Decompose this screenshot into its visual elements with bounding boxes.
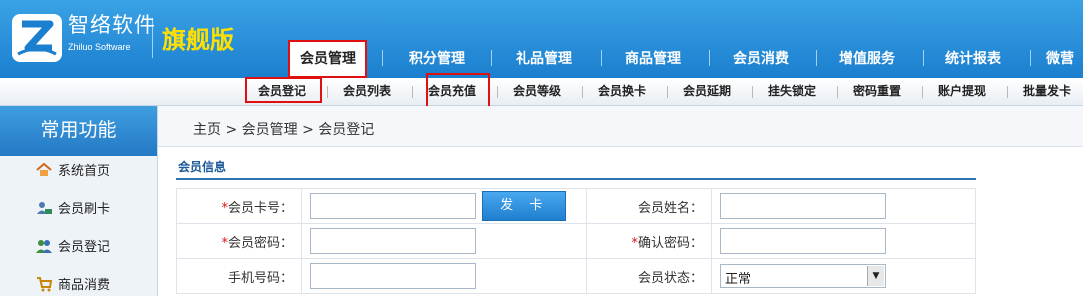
cart-icon bbox=[36, 276, 53, 292]
form-field-cell bbox=[301, 223, 587, 259]
subtab-member-list[interactable]: 会员列表 bbox=[343, 78, 391, 105]
subnav-divider bbox=[837, 86, 838, 98]
tab-gift-management[interactable]: 礼品管理 bbox=[503, 40, 585, 78]
member-name-input[interactable] bbox=[720, 193, 886, 219]
top-header: 智络软件 Zhiluo Software 旗舰版 会员管理 积分管理 礼品管理 … bbox=[0, 0, 1083, 78]
tab-product-management[interactable]: 商品管理 bbox=[612, 40, 694, 78]
tab-member-consumption[interactable]: 会员消费 bbox=[720, 40, 802, 78]
subnav-divider bbox=[922, 86, 923, 98]
subnav-divider bbox=[497, 86, 498, 98]
sidebar-item-home[interactable]: 系统首页 bbox=[36, 162, 110, 182]
sidebar-item-card-swipe[interactable]: 会员刷卡 bbox=[36, 200, 110, 220]
main-nav: 会员管理 积分管理 礼品管理 商品管理 会员消费 增值服务 统计报表 微营 bbox=[0, 40, 1083, 78]
status-label: 会员状态： bbox=[637, 270, 703, 286]
subnav-divider bbox=[1007, 86, 1008, 98]
sidebar-item-product-consumption[interactable]: 商品消费 bbox=[36, 276, 110, 296]
section-divider bbox=[176, 178, 976, 180]
subtab-password-reset[interactable]: 密码重置 bbox=[853, 78, 901, 105]
subtab-batch-issue[interactable]: 批量发卡 bbox=[1023, 78, 1071, 105]
issue-card-button[interactable]: 发 卡 bbox=[482, 191, 567, 221]
member-status-value: 正常 bbox=[725, 272, 752, 287]
sidebar-title: 常用功能 bbox=[0, 106, 157, 156]
subnav-divider bbox=[582, 86, 583, 98]
section-title: 会员信息 bbox=[178, 160, 227, 174]
subtab-card-replace[interactable]: 会员换卡 bbox=[598, 78, 646, 105]
subnav-divider bbox=[327, 86, 328, 98]
subnav-divider bbox=[412, 86, 413, 98]
tab-member-management[interactable]: 会员管理 bbox=[290, 40, 366, 78]
sub-nav: 会员登记 会员列表 会员充值 会员等级 会员换卡 会员延期 挂失锁定 密码重置 … bbox=[0, 78, 1083, 106]
subtab-member-registration[interactable]: 会员登记 bbox=[258, 78, 306, 105]
nav-divider bbox=[491, 50, 492, 66]
user-card-icon bbox=[36, 200, 52, 216]
subtab-member-extend[interactable]: 会员延期 bbox=[683, 78, 731, 105]
sidebar-item-label: 系统首页 bbox=[58, 164, 111, 179]
tab-value-added-services[interactable]: 增值服务 bbox=[826, 40, 908, 78]
password-label: 会员密码： bbox=[227, 235, 293, 251]
tab-statistics-reports[interactable]: 统计报表 bbox=[932, 40, 1014, 78]
phone-input[interactable] bbox=[310, 263, 476, 289]
home-icon bbox=[36, 162, 52, 178]
form-label-cell: *确认密码： bbox=[586, 223, 712, 259]
sidebar: 常用功能 系统首页 会员刷卡 会员登记 商品消费 bbox=[0, 106, 158, 296]
nav-divider bbox=[601, 50, 602, 66]
form-row: *会员密码： *确认密码： bbox=[176, 223, 976, 259]
subtab-loss-lock[interactable]: 挂失锁定 bbox=[768, 78, 816, 105]
form-field-cell: 发 卡 bbox=[301, 188, 587, 224]
form-label-cell: 会员姓名： bbox=[586, 188, 712, 224]
subnav-divider bbox=[752, 86, 753, 98]
brand-name: 智络软件 bbox=[68, 13, 156, 37]
breadcrumb: 主页 > 会员管理 > 会员登记 bbox=[193, 122, 375, 138]
nav-divider bbox=[709, 50, 710, 66]
sidebar-item-label: 会员登记 bbox=[58, 240, 111, 255]
card-no-label: 会员卡号： bbox=[227, 200, 293, 216]
card-no-input[interactable] bbox=[310, 193, 476, 219]
nav-divider bbox=[923, 50, 924, 66]
name-label: 会员姓名： bbox=[637, 200, 703, 216]
tab-micro-marketing[interactable]: 微营 bbox=[1046, 40, 1083, 78]
subtab-member-level[interactable]: 会员等级 bbox=[513, 78, 561, 105]
member-status-select[interactable]: 正常 ▼ bbox=[720, 264, 886, 288]
subtab-account-withdraw[interactable]: 账户提现 bbox=[938, 78, 986, 105]
form-row: 手机号码： 会员状态： 正常 ▼ bbox=[176, 258, 976, 294]
form-field-cell bbox=[301, 258, 587, 294]
sidebar-item-label: 商品消费 bbox=[58, 278, 111, 293]
confirm-password-label: 确认密码： bbox=[637, 235, 703, 251]
subtab-member-recharge[interactable]: 会员充值 bbox=[428, 78, 476, 105]
nav-divider bbox=[382, 50, 383, 66]
form-field-cell bbox=[711, 223, 976, 259]
nav-divider bbox=[816, 50, 817, 66]
member-form: *会员卡号： 发 卡 会员姓名： *会员密码： *确认密码： 手机号码： 会员状… bbox=[176, 188, 976, 294]
sidebar-item-label: 会员刷卡 bbox=[58, 202, 111, 217]
form-row: *会员卡号： 发 卡 会员姓名： bbox=[176, 188, 976, 224]
users-icon bbox=[36, 238, 52, 254]
password-input[interactable] bbox=[310, 228, 476, 254]
tab-points-management[interactable]: 积分管理 bbox=[396, 40, 478, 78]
phone-label: 手机号码： bbox=[227, 270, 293, 286]
form-label-cell: 手机号码： bbox=[176, 258, 302, 294]
confirm-password-input[interactable] bbox=[720, 228, 886, 254]
form-label-cell: *会员密码： bbox=[176, 223, 302, 259]
form-label-cell: *会员卡号： bbox=[176, 188, 302, 224]
form-field-cell bbox=[711, 188, 976, 224]
form-label-cell: 会员状态： bbox=[586, 258, 712, 294]
subnav-divider bbox=[667, 86, 668, 98]
chevron-down-icon: ▼ bbox=[867, 266, 884, 286]
sidebar-item-member-registration[interactable]: 会员登记 bbox=[36, 238, 110, 258]
form-field-cell: 正常 ▼ bbox=[711, 258, 976, 294]
nav-divider bbox=[1030, 50, 1031, 66]
